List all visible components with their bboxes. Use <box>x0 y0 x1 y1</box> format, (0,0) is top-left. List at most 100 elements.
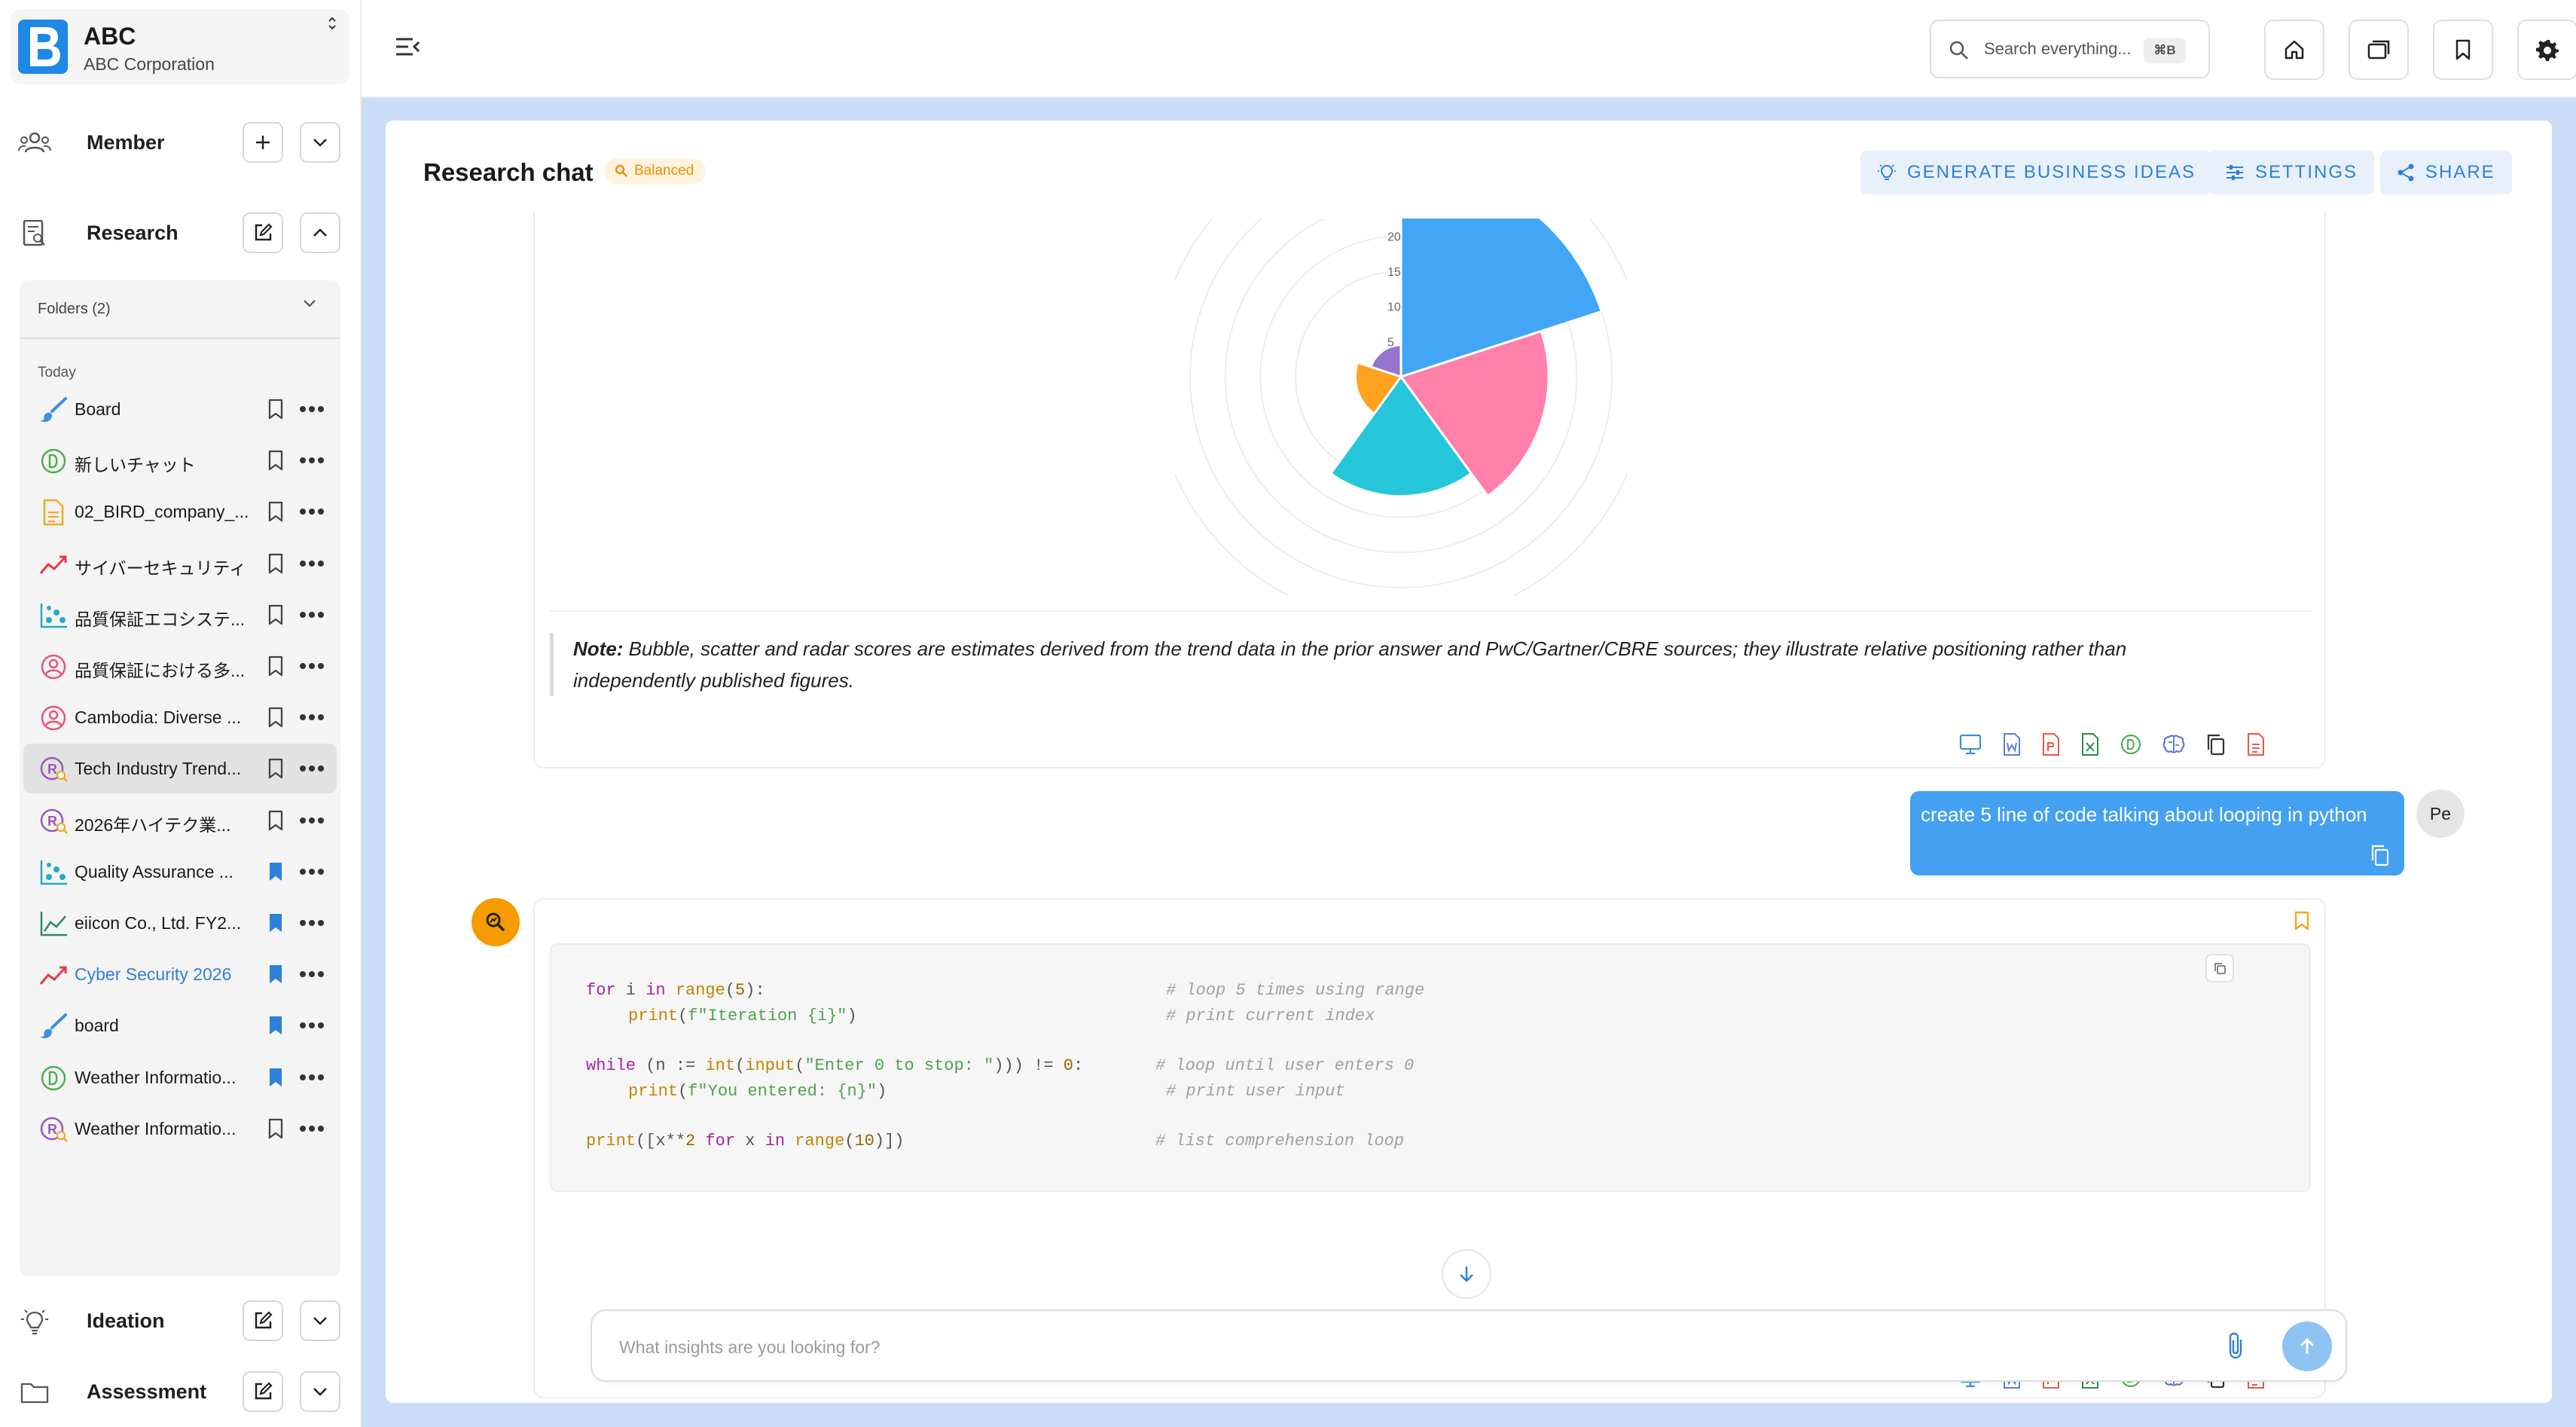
folders-toggle[interactable]: Folders (2) <box>20 280 340 339</box>
more-options-icon[interactable] <box>299 969 325 978</box>
bookmark-icon[interactable] <box>2293 910 2311 931</box>
code-comment: # print user input <box>1166 1082 1345 1101</box>
top-bar: Search everything... ⌘B <box>362 0 2576 98</box>
research-list-item[interactable]: サイバーセキュリティ <box>23 539 337 588</box>
research-list-item[interactable]: board <box>23 1001 337 1050</box>
research-list-item[interactable]: R Tech Industry Trend... <box>23 744 337 794</box>
collapse-research-button[interactable] <box>300 212 340 253</box>
code-line: while (n := int(input("Enter 0 to stop: … <box>586 1056 1083 1075</box>
expand-assessment-button[interactable] <box>300 1371 340 1412</box>
more-options-icon[interactable] <box>299 918 325 927</box>
org-switcher[interactable]: ABC ABC Corporation <box>11 9 349 84</box>
presentation-icon[interactable] <box>1958 733 1982 756</box>
copy-code-button[interactable] <box>2205 954 2234 982</box>
more-options-icon[interactable] <box>299 1072 325 1081</box>
copy-icon[interactable] <box>2205 733 2227 756</box>
research-search-icon <box>486 912 505 932</box>
bookmarks-button[interactable] <box>2433 20 2493 80</box>
more-options-icon[interactable] <box>299 455 325 464</box>
library-button[interactable] <box>2349 20 2409 80</box>
chat-input[interactable] <box>619 1332 2126 1362</box>
bookmark-icon[interactable] <box>266 860 285 883</box>
home-button[interactable] <box>2264 20 2324 80</box>
research-list-item[interactable]: Quality Assurance ... <box>23 847 337 897</box>
svg-text:R: R <box>47 762 57 777</box>
new-ideation-button[interactable] <box>243 1300 283 1341</box>
more-options-icon[interactable] <box>299 610 325 619</box>
research-list-item[interactable]: R 2026年ハイテク業... <box>23 796 337 845</box>
word-export-icon[interactable] <box>2002 732 2022 756</box>
research-item-label: eiicon Co., Ltd. FY2... <box>75 913 242 933</box>
new-assessment-button[interactable] <box>243 1371 283 1412</box>
add-member-button[interactable] <box>243 122 283 163</box>
research-list-item[interactable]: Weather Informatio... <box>23 1053 337 1102</box>
research-list-item[interactable]: 品質保証エコシステ... <box>23 590 337 640</box>
research-list-item[interactable]: eiicon Co., Ltd. FY2... <box>23 898 337 948</box>
bookmark-icon[interactable] <box>266 757 285 780</box>
company-logo <box>18 20 68 74</box>
mode-badge[interactable]: Balanced <box>604 158 707 184</box>
copy-icon[interactable] <box>2370 844 2391 866</box>
sidebar-section-assessment[interactable]: Assessment <box>0 1362 362 1422</box>
code-comment: # list comprehension loop <box>1155 1132 1405 1150</box>
brain-icon[interactable] <box>2162 733 2186 756</box>
more-options-icon[interactable] <box>299 763 325 772</box>
research-list-item[interactable]: Board <box>23 384 337 434</box>
bookmark-icon[interactable] <box>266 706 285 729</box>
attachment-icon[interactable] <box>2227 1331 2246 1361</box>
ideation-label: Ideation <box>87 1309 165 1332</box>
bookmark-icon[interactable] <box>266 603 285 626</box>
more-options-icon[interactable] <box>299 661 325 670</box>
research-list-item[interactable]: Cyber Security 2026 <box>23 949 337 999</box>
sidebar-toggle-icon[interactable] <box>395 33 420 60</box>
pdf-export-icon[interactable] <box>2041 732 2061 756</box>
bookmark-icon[interactable] <box>266 1117 285 1140</box>
d-circle-icon[interactable] <box>2120 733 2142 756</box>
expand-ideation-button[interactable] <box>300 1300 340 1341</box>
send-button[interactable] <box>2282 1322 2332 1371</box>
global-search[interactable]: Search everything... ⌘B <box>1930 20 2210 78</box>
more-options-icon[interactable] <box>299 866 325 875</box>
scroll-to-bottom-button[interactable] <box>1442 1249 1491 1299</box>
bookmark-icon[interactable] <box>266 449 285 472</box>
bookmark-icon[interactable] <box>266 500 285 523</box>
bookmark-icon[interactable] <box>266 552 285 575</box>
expand-member-button[interactable] <box>300 122 340 163</box>
research-list-item[interactable]: Cambodia: Diverse ... <box>23 692 337 742</box>
code-line: print([x**2 for x in range(10)]) <box>586 1132 905 1150</box>
research-list-item[interactable]: R Weather Informatio... <box>23 1104 337 1154</box>
sidebar-section-ideation[interactable]: Ideation <box>0 1291 362 1352</box>
generate-business-ideas-button[interactable]: GENERATE BUSINESS IDEAS <box>1860 151 2212 194</box>
settings-button[interactable] <box>2517 20 2576 80</box>
code-block: for i in range(5): print(f"Iteration {i}… <box>550 943 2311 1192</box>
bookmark-icon[interactable] <box>266 398 285 420</box>
bookmark-icon[interactable] <box>266 1014 285 1037</box>
more-options-icon[interactable] <box>299 404 325 413</box>
bookmark-icon[interactable] <box>266 809 285 832</box>
research-list-item[interactable]: 品質保証における多... <box>23 641 337 691</box>
chat-settings-button[interactable]: SETTINGS <box>2208 151 2375 194</box>
more-options-icon[interactable] <box>299 712 325 721</box>
research-list-item[interactable]: 新しいチャット <box>23 435 337 485</box>
more-options-icon[interactable] <box>299 558 325 567</box>
sidebar-section-research[interactable]: Research <box>0 203 362 264</box>
scatter-icon <box>38 602 69 629</box>
more-options-icon[interactable] <box>299 506 325 515</box>
more-options-icon[interactable] <box>299 1123 325 1132</box>
more-options-icon[interactable] <box>299 1020 325 1029</box>
d-circle-icon <box>38 1065 69 1092</box>
polar-area-chart: 510152025 <box>1175 218 1627 595</box>
bookmark-icon[interactable] <box>266 1066 285 1089</box>
bookmark-icon[interactable] <box>266 963 285 985</box>
excel-export-icon[interactable] <box>2080 732 2100 756</box>
sidebar-section-member[interactable]: Member <box>0 113 362 173</box>
more-options-icon[interactable] <box>299 815 325 824</box>
folders-label: Folders (2) <box>38 301 111 317</box>
bookmark-icon[interactable] <box>266 655 285 677</box>
research-list-item[interactable]: 02_BIRD_company_... <box>23 487 337 536</box>
bookmark-icon[interactable] <box>266 912 285 934</box>
share-button[interactable]: SHARE <box>2380 151 2512 194</box>
org-expand-icon[interactable] <box>327 15 337 36</box>
new-research-button[interactable] <box>243 212 283 253</box>
document-export-icon[interactable] <box>2246 732 2266 756</box>
